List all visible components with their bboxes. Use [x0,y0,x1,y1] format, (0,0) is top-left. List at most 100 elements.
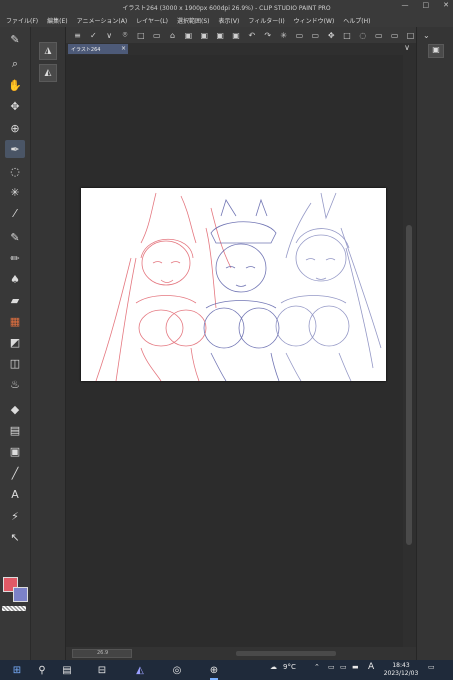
subtool-marker-icon[interactable]: ◭ [39,64,57,82]
frame-icon[interactable]: ▣ [5,442,25,460]
menu-animation[interactable]: アニメーション(A) [77,16,128,25]
notification-icon[interactable]: ▭ [428,663,435,671]
task-view-icon[interactable]: ▤ [60,663,74,677]
magic-wand-icon[interactable]: ✳ [5,183,25,201]
tab-menu-chevron-icon[interactable]: ∨ [404,43,410,52]
export-icon[interactable]: ▣ [183,31,194,40]
undo-icon[interactable]: ↶ [246,31,257,40]
tray-app-icon[interactable]: ▭ [328,663,335,671]
redo-icon[interactable]: ↷ [262,31,273,40]
vertical-scrollbar[interactable] [403,55,416,647]
pen-icon[interactable]: ✎ [5,228,25,246]
pencil-icon[interactable]: ✏ [5,249,25,267]
horizontal-scroll-thumb[interactable] [236,651,336,656]
clip-studio-app-icon[interactable]: ◎ [170,663,184,677]
airbrush-icon[interactable]: ◫ [5,354,25,372]
transform-icon[interactable]: ✳ [278,31,289,40]
close-tab-icon[interactable]: × [121,45,126,52]
snap-grid-icon[interactable]: ▭ [389,31,400,40]
move-selection-icon[interactable]: ✥ [326,31,337,40]
canvas-area[interactable] [66,55,403,647]
save-icon[interactable]: ⌂ [167,31,178,40]
menu-edit[interactable]: 編集(E) [47,16,67,25]
hand-icon[interactable]: ✋ [5,76,25,94]
brush-icon[interactable]: ♠ [5,270,25,288]
transparent-color-swatch[interactable] [2,606,26,611]
start-icon[interactable]: ⊞ [10,663,24,677]
app-window: イラスト264 (3000 x 1900px 600dpi 26.9%) - C… [0,0,453,680]
document-tab-strip: イラスト264 × ∨ [66,43,416,55]
layer-copy-icon[interactable]: ▣ [215,31,226,40]
tray-overflow-icon[interactable]: ⌃ [314,663,320,671]
lasso-icon[interactable]: ◌ [5,162,25,180]
deselect-icon[interactable]: □ [342,31,353,40]
subtool-pen-icon[interactable]: ◮ [39,42,57,60]
window-title: イラスト264 (3000 x 1900px 600dpi 26.9%) - C… [122,5,331,12]
line-icon[interactable]: ╱ [5,464,25,482]
windows-taskbar: ⊞ ⚲ ▤ ⊟ ◭ ◎ ⊕ ☁ 9°C ⌃ ▭ ▭ ▬ A 18:43 2023… [0,660,453,680]
menu-help[interactable]: ヘルプ(H) [343,16,370,25]
ime-indicator[interactable]: A [368,662,374,672]
correct-line-icon[interactable]: ↖ [5,528,25,546]
command-dropdown-icon[interactable]: ∨ [104,31,115,40]
blue-sketch-figure [203,198,280,381]
layer-new-icon[interactable]: ▣ [199,31,210,40]
search-icon[interactable]: ⚲ [35,663,49,677]
fill-selection-icon[interactable]: ▭ [310,31,321,40]
command-cloud-icon[interactable]: ⌾ [120,30,131,40]
menu-file[interactable]: ファイル(F) [6,16,38,25]
menu-view[interactable]: 表示(V) [219,16,240,25]
panel-toggle-icon[interactable]: ▣ [428,44,444,58]
menu-selection[interactable]: 選択範囲(S) [177,16,210,25]
text-icon[interactable]: A [5,485,25,503]
command-check-icon[interactable]: ✓ [88,31,99,40]
vertical-scroll-thumb[interactable] [406,225,412,545]
teams-app-icon[interactable]: ◭ [133,663,147,677]
pen-tool-icon[interactable]: ✒ [5,140,25,158]
panel-collapse-chevron-icon[interactable]: ⌄ [423,31,430,40]
object-select-icon[interactable]: ⊕ [5,119,25,137]
menu-bar: ファイル(F) 編集(E) アニメーション(A) レイヤー(L) 選択範囲(S)… [0,13,453,27]
menu-filter[interactable]: フィルター(I) [248,16,284,25]
balloon-icon[interactable]: ⚡ [5,507,25,525]
clock-date: 2023/12/03 [383,670,419,677]
mail-app-icon[interactable]: ⊟ [95,663,109,677]
tool-palette: ✎ ⌕ ✋ ✥ ⊕ ✒ ◌ ✳ ⁄ ✎ ✏ ♠ ▰ ▦ ◩ ◫ ♨ ◆ ▤ ▣ … [0,27,31,660]
sub-color-swatch[interactable] [13,587,28,602]
eraser-icon[interactable]: ▰ [5,291,25,309]
new-file-icon[interactable]: □ [135,31,146,40]
window-controls: — □ ✕ [402,1,450,9]
snap-ruler-icon[interactable]: ▭ [373,31,384,40]
snap-special-ruler-icon[interactable]: □ [405,31,416,40]
taskbar-clock[interactable]: 18:43 2023/12/03 [383,662,419,678]
decoration-icon[interactable]: ▦ [5,312,25,330]
keyboard-icon[interactable]: ▬ [352,663,359,671]
menu-window[interactable]: ウィンドウ(W) [294,16,335,25]
document-tab[interactable]: イラスト264 × [68,44,128,54]
open-file-icon[interactable]: ▭ [151,31,162,40]
clear-icon[interactable]: ▭ [294,31,305,40]
bucket-icon[interactable]: ◆ [5,400,25,418]
weather-temp[interactable]: 9°C [283,663,296,671]
clip-studio-paint-app-icon[interactable]: ⊕ [207,663,221,680]
fill-icon[interactable]: ♨ [5,375,25,393]
move-icon[interactable]: ✥ [5,97,25,115]
maximize-button[interactable]: □ [423,1,430,9]
clock-time: 18:43 [392,662,410,669]
eyedropper-icon[interactable]: ⁄ [5,204,25,222]
blend-icon[interactable]: ◩ [5,333,25,351]
zoom-field[interactable]: 26.9 [72,649,132,658]
close-window-button[interactable]: ✕ [443,1,449,9]
menu-layer[interactable]: レイヤー(L) [136,16,168,25]
minimize-button[interactable]: — [402,1,409,9]
zoom-icon[interactable]: ⌕ [5,55,25,73]
gradient-icon[interactable]: ▤ [5,421,25,439]
canvas-artwork[interactable] [81,188,386,381]
menu-pen-icon[interactable]: ✎ [5,30,25,48]
tray-display-icon[interactable]: ▭ [340,663,347,671]
navigation-bar: 26.9 [66,647,416,660]
invert-selection-icon[interactable]: ◌ [357,31,368,40]
command-menu-icon[interactable]: ≡ [72,31,83,40]
sub-tool-palette: ◮ ◭ [31,27,66,660]
layer-merge-icon[interactable]: ▣ [231,31,242,40]
